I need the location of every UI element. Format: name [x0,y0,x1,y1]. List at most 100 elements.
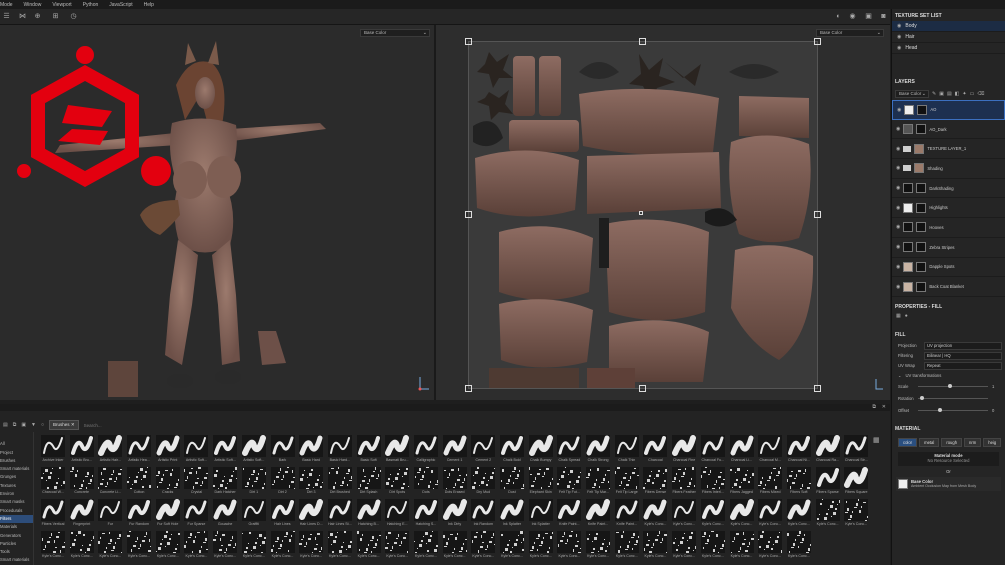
brush-preset[interactable]: Cotton [125,466,154,498]
brush-preset[interactable]: Artistic Soft... [211,434,240,466]
material-tab-icon[interactable]: ● [905,313,908,323]
scale-slider[interactable] [918,384,988,389]
layer-row[interactable]: ◉ TEXTURE LAYER_1 [892,139,1005,160]
search-filter-icon[interactable]: ○ [41,422,44,428]
filtering-dropdown[interactable]: Bilinear | HQ [924,351,1002,360]
brush-preset[interactable]: Dirt Spots [383,466,412,498]
brush-preset[interactable]: Kyle's Conc... [842,498,871,530]
eye-icon[interactable]: ◉ [896,146,900,152]
shelf-search-input[interactable]: Search... [84,423,102,428]
grid-view-icon[interactable]: ▦ [873,436,880,444]
brush-preset[interactable]: Calligraphic [412,434,441,466]
shelf-category[interactable]: All [0,440,33,448]
menu-item[interactable]: Help [144,2,154,8]
shelf-category[interactable]: Brushes [0,457,33,465]
material-channel-tab[interactable]: rough [941,437,963,447]
menu-item[interactable]: Python [83,2,99,8]
screenshot-icon[interactable]: ▣ [864,12,873,21]
texture-set-item[interactable]: ◉ Body [892,21,1005,32]
brush-preset[interactable]: Dots [412,466,441,498]
eye-icon[interactable]: ◉ [897,23,901,29]
eye-icon[interactable]: ◉ [897,45,901,51]
shelf-category[interactable]: Smart materials [0,465,33,473]
brush-preset[interactable]: Fibers Soft [785,466,814,498]
brush-preset[interactable]: Charcoal [641,434,670,466]
float-panel-icon[interactable]: ⧉ [872,404,876,410]
brush-preset[interactable]: Felt Tip Mar... [584,466,613,498]
transform-handle[interactable] [639,385,646,392]
brush-preset[interactable]: Kyle's Conc... [814,498,843,530]
brush-preset[interactable]: Kyle's Conc... [728,498,757,530]
brush-preset[interactable]: Knife Paint... [584,498,613,530]
brush-preset[interactable]: Fingerprint [68,498,97,530]
brush-preset[interactable]: Kyle's Conc... [670,530,699,562]
eye-icon[interactable]: ◉ [896,264,900,270]
shelf-category[interactable]: Procedurals [0,507,33,515]
brush-preset[interactable]: Kyle's Conc... [785,530,814,562]
brush-preset[interactable]: Kyle's Conc... [728,530,757,562]
viewport-3d[interactable]: Base Color ⌄ [0,25,434,400]
brush-preset[interactable]: Artistic Hair... [96,434,125,466]
brush-preset[interactable]: Artistic Soft... [240,434,269,466]
menu-item[interactable]: Viewport [52,2,71,8]
brush-preset[interactable]: Kyle's Conc... [527,530,556,562]
brush-preset[interactable]: Kyle's Conc... [756,498,785,530]
brush-preset[interactable]: Kyle's Conc... [613,530,642,562]
fill-tab-icon[interactable]: ▦ [896,313,901,323]
brush-preset[interactable]: Kyle's Conc... [68,530,97,562]
shelf-category[interactable] [0,432,33,440]
brush-preset[interactable]: Knife Paint... [555,498,584,530]
brush-preset[interactable]: Kyle's Conc... [441,530,470,562]
brush-preset[interactable]: Dark Hatcher [211,466,240,498]
add-mask-icon[interactable]: ◧ [955,91,960,97]
brush-preset[interactable]: Charcoal Li... [728,434,757,466]
brush-preset[interactable]: Fur Sparse [182,498,211,530]
brush-preset[interactable]: Kyle's Conc... [469,530,498,562]
shelf-category[interactable]: Grunges [0,473,33,481]
brush-preset[interactable]: Fur Soft Hole [154,498,183,530]
brush-preset[interactable]: Artistic Print [154,434,183,466]
camera-settings-icon[interactable]: ◙ [879,12,888,21]
layer-row[interactable]: ◉ Shading [892,159,1005,179]
brush-preset[interactable]: Kyle's Conc... [785,498,814,530]
brush-preset[interactable]: Fibers Square [842,466,871,498]
scale-value[interactable]: 1 [992,384,994,389]
viewport-2d-channel-dropdown[interactable]: Base Color ⌄ [816,29,884,37]
offset-value[interactable]: 0 [992,408,994,413]
brush-preset[interactable]: Artistic Bru... [68,434,97,466]
viewport-2d[interactable]: Base Color ⌄ [436,25,890,400]
eye-icon[interactable]: ◉ [896,185,900,191]
brush-preset[interactable]: Kyle's Conc... [326,530,355,562]
shelf-category[interactable]: Project [0,449,33,457]
brush-preset[interactable]: Kyle's Conc... [125,530,154,562]
brush-preset[interactable]: Charcoal Str... [842,434,871,466]
transform-handle[interactable] [465,38,472,45]
brush-preset[interactable]: Kyle's Conc... [670,498,699,530]
brush-preset[interactable]: Ink Splatter [498,498,527,530]
eye-icon[interactable]: ◉ [896,205,900,211]
shelf-category[interactable]: Materials [0,523,33,531]
brush-preset[interactable]: Charcoal Ra... [814,434,843,466]
brush-preset[interactable]: Chalk Bold [498,434,527,466]
paint-icon[interactable]: ✎ [932,91,936,97]
brush-preset[interactable]: Chalk Strong [584,434,613,466]
uv-transformations-header[interactable]: ⌄ UV transformations [892,371,1005,381]
brush-preset[interactable]: Hatching B... [355,498,384,530]
brush-preset[interactable]: Kyle's Conc... [555,530,584,562]
eye-icon[interactable]: ◉ [896,244,900,250]
shelf-category[interactable]: Filters [0,514,33,524]
layer-row[interactable]: ◉ Zebra Stripes [892,238,1005,258]
material-channel-tab[interactable]: metal [919,437,940,447]
brush-preset[interactable]: Charcoal Fu... [699,434,728,466]
brush-preset[interactable]: Kyle's Conc... [498,530,527,562]
brush-preset[interactable]: Basmati Bru... [383,434,412,466]
eye-icon[interactable]: ◉ [896,284,900,290]
add-layer-icon[interactable]: ▣ [939,91,944,97]
eye-icon[interactable]: ◉ [896,224,900,230]
brush-preset[interactable]: Fibers Sparse [814,466,843,498]
layer-row[interactable]: ◉ Dapple Spots [892,258,1005,278]
projection-dropdown[interactable]: UV projection [924,341,1002,350]
shelf-category[interactable]: Textures [0,482,33,490]
transform-handle[interactable] [639,38,646,45]
brush-preset[interactable]: Kyle's Conc... [39,530,68,562]
